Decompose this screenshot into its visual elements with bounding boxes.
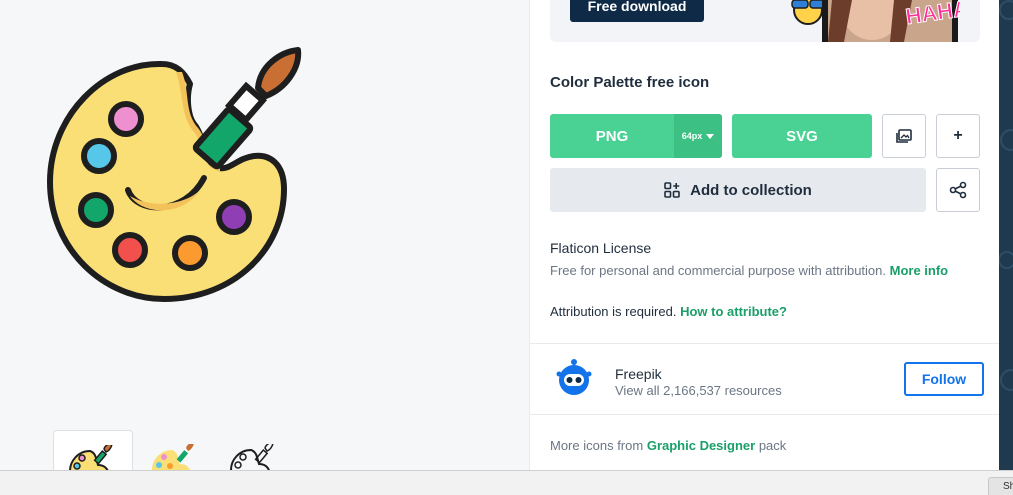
icon-title: Color Palette free icon [550, 74, 710, 91]
icon-preview-pane [0, 0, 529, 470]
svg-download-button[interactable]: SVG [732, 114, 872, 158]
png-label: PNG [595, 127, 629, 145]
decorative-pattern [999, 0, 1013, 391]
add-to-collection-label: Add to collection [690, 181, 812, 199]
author-name[interactable]: Freepik [615, 366, 662, 382]
more-info-link[interactable]: More info [890, 263, 949, 278]
size-label: 64px [681, 131, 703, 141]
image-icon [896, 129, 912, 143]
chevron-down-icon [706, 133, 715, 139]
promo-banner[interactable]: Free download HAHA [550, 0, 980, 42]
image-edit-button[interactable] [882, 114, 926, 158]
color-palette-thumbnail-icon [69, 445, 113, 470]
png-download-button[interactable]: PNG 64px [550, 114, 722, 158]
attribution-line: Attribution is required. How to attribut… [550, 304, 787, 319]
how-to-attribute-link[interactable]: How to attribute? [680, 304, 787, 319]
pack-link[interactable]: Graphic Designer [647, 438, 755, 453]
more-icons-line: More icons from Graphic Designer pack [550, 438, 786, 453]
add-grid-icon [664, 182, 680, 198]
bottom-chip[interactable]: Sh [988, 477, 1013, 495]
add-to-collection-button[interactable]: Add to collection [550, 168, 926, 212]
more-icons-suffix: pack [758, 438, 787, 453]
license-description-text: Free for personal and commercial purpose… [550, 263, 886, 278]
color-palette-thumbnail-icon [152, 444, 194, 470]
color-palette-icon [47, 47, 302, 302]
thumbnail-outline[interactable] [215, 430, 295, 470]
color-palette-thumbnail-icon [230, 444, 274, 470]
promo-photo: HAHA [782, 0, 960, 42]
more-icons-prefix: More icons from [550, 438, 644, 453]
author-resources-link[interactable]: View all 2,166,537 resources [615, 383, 782, 398]
share-icon [949, 181, 967, 199]
license-description: Free for personal and commercial purpose… [550, 263, 948, 278]
divider [530, 343, 1000, 344]
size-selector[interactable]: 64px [674, 114, 722, 158]
share-button[interactable] [936, 168, 980, 212]
background-edge [999, 0, 1013, 470]
thumbnail-lineal-color[interactable] [53, 430, 133, 470]
thumbnail-flat[interactable] [136, 430, 216, 470]
plus-icon: + [953, 127, 963, 144]
bottom-bar [0, 470, 1013, 495]
free-download-button[interactable]: Free download [570, 0, 704, 22]
brush [192, 47, 302, 170]
icon-details-pane: Free download HAHA Color Palette free ic… [529, 0, 1000, 470]
attribution-text: Attribution is required. [550, 304, 677, 319]
divider [530, 414, 1000, 415]
freepik-avatar[interactable] [554, 358, 594, 398]
license-title: Flaticon License [550, 240, 652, 256]
add-more-button[interactable]: + [936, 114, 980, 158]
follow-button[interactable]: Follow [904, 362, 984, 396]
